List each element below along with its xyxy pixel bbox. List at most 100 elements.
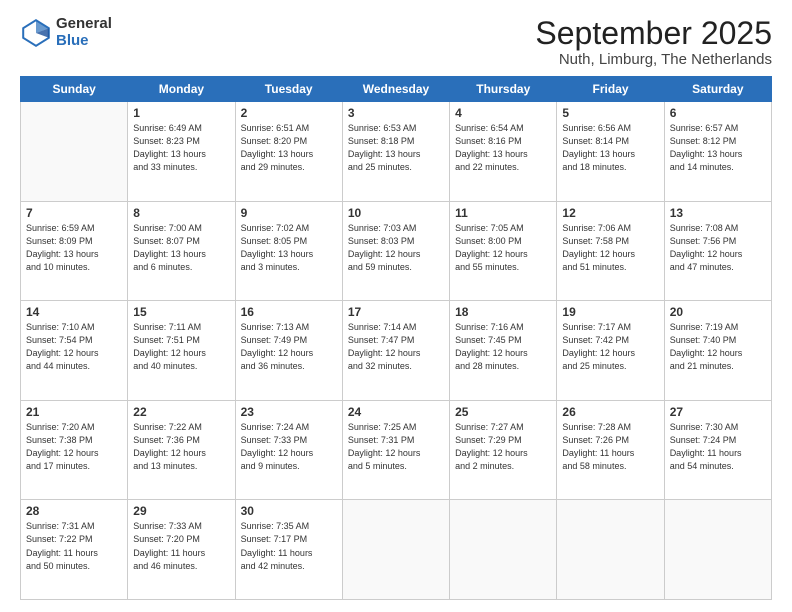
- cell-w3-d5: 18Sunrise: 7:16 AM Sunset: 7:45 PM Dayli…: [450, 301, 557, 401]
- day-number: 1: [133, 106, 229, 120]
- day-info: Sunrise: 6:49 AM Sunset: 8:23 PM Dayligh…: [133, 122, 229, 174]
- day-info: Sunrise: 7:11 AM Sunset: 7:51 PM Dayligh…: [133, 321, 229, 373]
- cell-w3-d7: 20 Sunrise: 7:19 AM Sunset: 7:40 PM Dayli…: [664, 301, 771, 401]
- week-row-5: 28Sunrise: 7:31 AM Sunset: 7:22 PM Dayli…: [21, 500, 772, 600]
- day-number: 29: [133, 504, 229, 518]
- cell-w1-d7: 6 Sunrise: 6:57 AM Sunset: 8:12 PM Daylig…: [664, 102, 771, 202]
- cell-w4-d5: 25 Sunrise: 7:27 AM Sunset: 7:29 PM Dayli…: [450, 400, 557, 500]
- day-info: Sunrise: 7:25 AM Sunset: 7:31 PM Dayligh…: [348, 421, 444, 473]
- cell-w4-d4: 24 Sunrise: 7:25 AM Sunset: 7:31 PM Dayli…: [342, 400, 449, 500]
- day-info: Sunrise: 6:56 AM Sunset: 8:14 PM Dayligh…: [562, 122, 658, 174]
- day-number: 15: [133, 305, 229, 319]
- cell-w2-d3: 9 Sunrise: 7:02 AM Sunset: 8:05 PM Daylig…: [235, 201, 342, 301]
- day-number: 30: [241, 504, 337, 518]
- day-info: Sunrise: 7:13 AM Sunset: 7:49 PM Dayligh…: [241, 321, 337, 373]
- header: General Blue September 2025 Nuth, Limbur…: [20, 16, 772, 68]
- cell-w3-d2: 15 Sunrise: 7:11 AM Sunset: 7:51 PM Dayli…: [128, 301, 235, 401]
- cell-w3-d3: 16Sunrise: 7:13 AM Sunset: 7:49 PM Dayli…: [235, 301, 342, 401]
- col-monday: Monday: [128, 77, 235, 102]
- week-row-1: 1 Sunrise: 6:49 AM Sunset: 8:23 PM Daylig…: [21, 102, 772, 202]
- day-info: Sunrise: 7:05 AM Sunset: 8:00 PM Dayligh…: [455, 222, 551, 274]
- day-number: 25: [455, 405, 551, 419]
- day-info: Sunrise: 7:19 AM Sunset: 7:40 PM Dayligh…: [670, 321, 766, 373]
- cell-w4-d7: 27Sunrise: 7:30 AM Sunset: 7:24 PM Dayli…: [664, 400, 771, 500]
- title-block: September 2025 Nuth, Limburg, The Nether…: [535, 16, 772, 68]
- day-info: Sunrise: 6:54 AM Sunset: 8:16 PM Dayligh…: [455, 122, 551, 174]
- cell-w5-d7: [664, 500, 771, 600]
- day-number: 9: [241, 206, 337, 220]
- day-info: Sunrise: 7:28 AM Sunset: 7:26 PM Dayligh…: [562, 421, 658, 473]
- cell-w2-d7: 13Sunrise: 7:08 AM Sunset: 7:56 PM Dayli…: [664, 201, 771, 301]
- cell-w2-d4: 10 Sunrise: 7:03 AM Sunset: 8:03 PM Dayli…: [342, 201, 449, 301]
- cell-w2-d5: 11 Sunrise: 7:05 AM Sunset: 8:00 PM Dayli…: [450, 201, 557, 301]
- cell-w2-d2: 8 Sunrise: 7:00 AM Sunset: 8:07 PM Daylig…: [128, 201, 235, 301]
- day-number: 24: [348, 405, 444, 419]
- day-info: Sunrise: 7:00 AM Sunset: 8:07 PM Dayligh…: [133, 222, 229, 274]
- day-info: Sunrise: 7:06 AM Sunset: 7:58 PM Dayligh…: [562, 222, 658, 274]
- day-number: 14: [26, 305, 122, 319]
- day-number: 2: [241, 106, 337, 120]
- day-info: Sunrise: 7:02 AM Sunset: 8:05 PM Dayligh…: [241, 222, 337, 274]
- page: General Blue September 2025 Nuth, Limbur…: [0, 0, 792, 612]
- day-info: Sunrise: 7:03 AM Sunset: 8:03 PM Dayligh…: [348, 222, 444, 274]
- cell-w5-d2: 29Sunrise: 7:33 AM Sunset: 7:20 PM Dayli…: [128, 500, 235, 600]
- col-thursday: Thursday: [450, 77, 557, 102]
- week-row-2: 7 Sunrise: 6:59 AM Sunset: 8:09 PM Daylig…: [21, 201, 772, 301]
- day-info: Sunrise: 7:24 AM Sunset: 7:33 PM Dayligh…: [241, 421, 337, 473]
- logo-text: General Blue: [56, 16, 112, 49]
- cell-w5-d1: 28Sunrise: 7:31 AM Sunset: 7:22 PM Dayli…: [21, 500, 128, 600]
- cell-w5-d3: 30 Sunrise: 7:35 AM Sunset: 7:17 PM Dayli…: [235, 500, 342, 600]
- day-number: 6: [670, 106, 766, 120]
- col-tuesday: Tuesday: [235, 77, 342, 102]
- cell-w3-d1: 14 Sunrise: 7:10 AM Sunset: 7:54 PM Dayli…: [21, 301, 128, 401]
- day-number: 28: [26, 504, 122, 518]
- cell-w1-d3: 2 Sunrise: 6:51 AM Sunset: 8:20 PM Daylig…: [235, 102, 342, 202]
- cell-w4-d1: 21 Sunrise: 7:20 AM Sunset: 7:38 PM Dayli…: [21, 400, 128, 500]
- logo-icon: [20, 17, 52, 49]
- day-info: Sunrise: 7:10 AM Sunset: 7:54 PM Dayligh…: [26, 321, 122, 373]
- week-row-3: 14 Sunrise: 7:10 AM Sunset: 7:54 PM Dayli…: [21, 301, 772, 401]
- month-title: September 2025: [535, 16, 772, 51]
- cell-w1-d6: 5Sunrise: 6:56 AM Sunset: 8:14 PM Daylig…: [557, 102, 664, 202]
- day-info: Sunrise: 7:30 AM Sunset: 7:24 PM Dayligh…: [670, 421, 766, 473]
- day-info: Sunrise: 7:17 AM Sunset: 7:42 PM Dayligh…: [562, 321, 658, 373]
- col-wednesday: Wednesday: [342, 77, 449, 102]
- day-info: Sunrise: 6:57 AM Sunset: 8:12 PM Dayligh…: [670, 122, 766, 174]
- day-info: Sunrise: 6:59 AM Sunset: 8:09 PM Dayligh…: [26, 222, 122, 274]
- day-number: 7: [26, 206, 122, 220]
- day-number: 20: [670, 305, 766, 319]
- col-saturday: Saturday: [664, 77, 771, 102]
- day-info: Sunrise: 7:35 AM Sunset: 7:17 PM Dayligh…: [241, 520, 337, 572]
- day-info: Sunrise: 7:08 AM Sunset: 7:56 PM Dayligh…: [670, 222, 766, 274]
- day-number: 17: [348, 305, 444, 319]
- day-info: Sunrise: 7:20 AM Sunset: 7:38 PM Dayligh…: [26, 421, 122, 473]
- day-number: 21: [26, 405, 122, 419]
- cell-w4-d3: 23Sunrise: 7:24 AM Sunset: 7:33 PM Dayli…: [235, 400, 342, 500]
- cell-w1-d1: [21, 102, 128, 202]
- week-row-4: 21 Sunrise: 7:20 AM Sunset: 7:38 PM Dayli…: [21, 400, 772, 500]
- cell-w4-d2: 22Sunrise: 7:22 AM Sunset: 7:36 PM Dayli…: [128, 400, 235, 500]
- col-sunday: Sunday: [21, 77, 128, 102]
- cell-w5-d6: [557, 500, 664, 600]
- day-number: 18: [455, 305, 551, 319]
- day-number: 11: [455, 206, 551, 220]
- day-number: 3: [348, 106, 444, 120]
- day-number: 8: [133, 206, 229, 220]
- cell-w2-d1: 7 Sunrise: 6:59 AM Sunset: 8:09 PM Daylig…: [21, 201, 128, 301]
- day-info: Sunrise: 7:27 AM Sunset: 7:29 PM Dayligh…: [455, 421, 551, 473]
- day-info: Sunrise: 7:22 AM Sunset: 7:36 PM Dayligh…: [133, 421, 229, 473]
- logo: General Blue: [20, 16, 112, 49]
- day-number: 10: [348, 206, 444, 220]
- col-friday: Friday: [557, 77, 664, 102]
- cell-w3-d4: 17 Sunrise: 7:14 AM Sunset: 7:47 PM Dayli…: [342, 301, 449, 401]
- logo-blue-text: Blue: [56, 33, 112, 50]
- cell-w1-d5: 4 Sunrise: 6:54 AM Sunset: 8:16 PM Daylig…: [450, 102, 557, 202]
- day-info: Sunrise: 6:53 AM Sunset: 8:18 PM Dayligh…: [348, 122, 444, 174]
- calendar-header-row: Sunday Monday Tuesday Wednesday Thursday…: [21, 77, 772, 102]
- cell-w5-d5: [450, 500, 557, 600]
- day-number: 4: [455, 106, 551, 120]
- logo-general-text: General: [56, 16, 112, 33]
- day-info: Sunrise: 6:51 AM Sunset: 8:20 PM Dayligh…: [241, 122, 337, 174]
- day-info: Sunrise: 7:14 AM Sunset: 7:47 PM Dayligh…: [348, 321, 444, 373]
- cell-w4-d6: 26Sunrise: 7:28 AM Sunset: 7:26 PM Dayli…: [557, 400, 664, 500]
